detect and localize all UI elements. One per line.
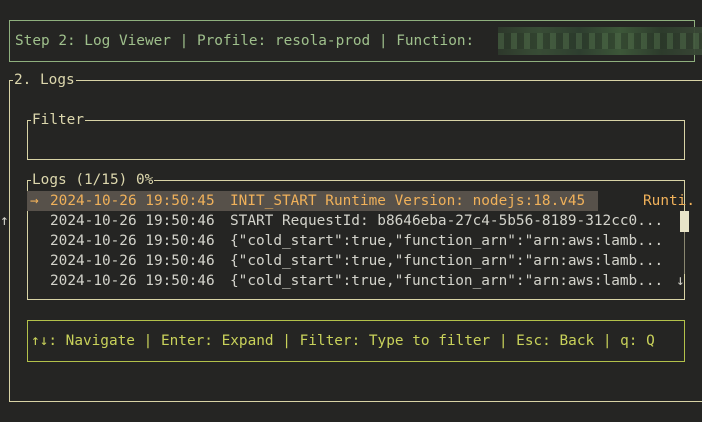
log-message-overflow: Runti. [643, 193, 695, 209]
log-timestamp: 2024-10-26 19:50:45 [50, 193, 215, 209]
scrollbar-track[interactable] [684, 232, 685, 274]
scroll-up-icon: ↑ [0, 213, 9, 229]
log-timestamp: 2024-10-26 19:50:46 [50, 213, 215, 229]
scrollbar-thumb[interactable] [680, 211, 689, 232]
log-row-selected[interactable]: → 2024-10-26 19:50:45 INIT_START Runtime… [27, 191, 698, 211]
log-message: {"cold_start":true,"function_arn":"arn:a… [230, 233, 664, 249]
log-row[interactable]: 2024-10-26 19:50:46 {"cold_start":true,"… [27, 271, 698, 291]
log-timestamp: 2024-10-26 19:50:46 [50, 233, 215, 249]
help-text: ↑↓: Navigate | Enter: Expand | Filter: T… [31, 333, 655, 349]
log-row[interactable]: 2024-10-26 19:50:46 {"cold_start":true,"… [27, 251, 698, 271]
log-row[interactable]: 2024-10-26 19:50:46 START RequestId: b86… [27, 211, 698, 231]
filter-title: Filter [31, 111, 85, 129]
log-row[interactable]: 2024-10-26 19:50:46 {"cold_start":true,"… [27, 231, 698, 251]
log-list-title: Logs (1/15) 0% [31, 171, 155, 189]
log-message: {"cold_start":true,"function_arn":"arn:a… [230, 273, 664, 289]
selection-arrow-icon: → [30, 193, 39, 209]
log-timestamp: 2024-10-26 19:50:46 [50, 253, 215, 269]
scroll-down-icon[interactable]: ↓ [676, 271, 685, 291]
header-bar: Step 2: Log Viewer | Profile: resola-pro… [9, 20, 702, 62]
header-text: Step 2: Log Viewer | Profile: resola-pro… [15, 33, 475, 49]
logs-panel-title: 2. Logs [13, 71, 76, 89]
log-timestamp: 2024-10-26 19:50:46 [50, 273, 215, 289]
log-message: START RequestId: b8646eba-27c4-5b56-8189… [230, 213, 664, 229]
help-bar: ↑↓: Navigate | Enter: Expand | Filter: T… [27, 320, 685, 362]
log-message: {"cold_start":true,"function_arn":"arn:a… [230, 253, 664, 269]
filter-input[interactable]: Filter [27, 111, 685, 160]
redacted-function-name [498, 27, 702, 55]
log-message: INIT_START Runtime Version: nodejs:18.v4… [230, 193, 586, 209]
